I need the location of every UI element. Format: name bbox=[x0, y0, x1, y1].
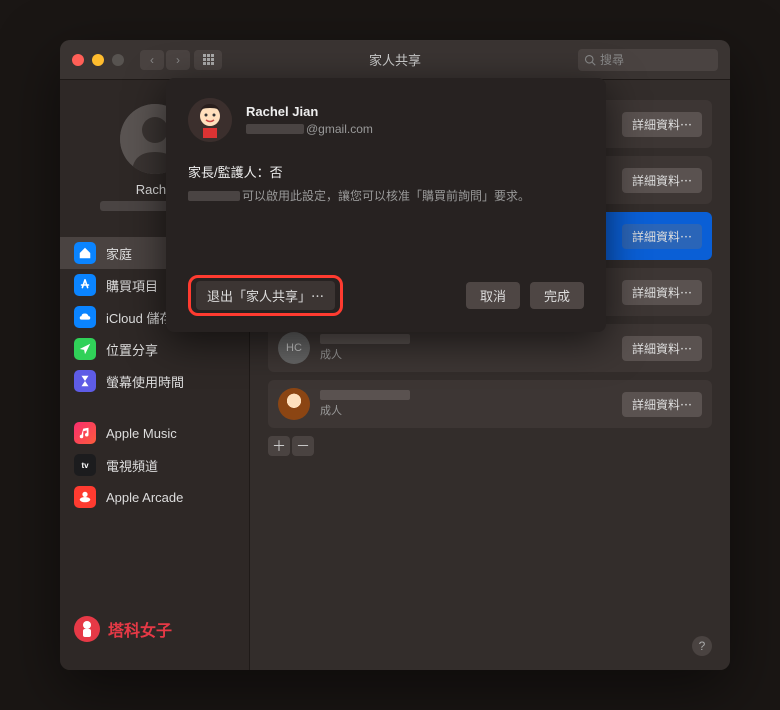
back-button[interactable]: ‹ bbox=[140, 50, 164, 70]
hourglass-icon bbox=[74, 370, 96, 392]
music-icon bbox=[74, 422, 96, 444]
email-redacted bbox=[246, 124, 304, 134]
detail-button[interactable]: 詳細資料⋯ bbox=[622, 280, 702, 305]
sidebar-item-arcade[interactable]: Apple Arcade bbox=[60, 481, 249, 513]
search-placeholder: 搜尋 bbox=[600, 51, 624, 68]
done-button[interactable]: 完成 bbox=[530, 282, 584, 309]
cloud-icon bbox=[74, 306, 96, 328]
modal-user-email: @gmail.com bbox=[246, 122, 373, 136]
list-actions: ＋ － bbox=[268, 436, 712, 456]
sidebar-item-label: 位置分享 bbox=[106, 340, 158, 359]
show-all-button[interactable] bbox=[194, 50, 222, 70]
guardian-title: 家長/監護人：否 bbox=[188, 162, 584, 181]
titlebar: ‹ › 家人共享 搜尋 bbox=[60, 40, 730, 80]
sidebar-item-label: 購買項目 bbox=[106, 276, 158, 295]
sidebar-item-location[interactable]: 位置分享 bbox=[60, 333, 249, 365]
annotation-highlight: 退出「家人共享」⋯ bbox=[188, 275, 343, 316]
remove-member-button[interactable]: － bbox=[292, 436, 314, 456]
sidebar-item-label: 電視頻道 bbox=[106, 456, 158, 475]
guardian-section: 家長/監護人：否 可以啟用此設定，讓您可以核准「購買前詢問」要求。 bbox=[188, 162, 584, 205]
member-avatar: HC bbox=[278, 332, 310, 364]
window-title: 家人共享 bbox=[369, 50, 421, 69]
member-avatar bbox=[278, 388, 310, 420]
sidebar-item-label: Apple Music bbox=[106, 426, 177, 441]
detail-button[interactable]: 詳細資料⋯ bbox=[622, 112, 702, 137]
brand-text: 塔科女子 bbox=[108, 617, 172, 641]
brand-icon bbox=[74, 616, 100, 642]
house-icon bbox=[74, 242, 96, 264]
close-window-button[interactable] bbox=[72, 54, 84, 66]
grid-icon bbox=[203, 54, 214, 65]
watermark: 塔科女子 bbox=[60, 604, 249, 654]
search-input[interactable]: 搜尋 bbox=[578, 49, 718, 71]
arcade-icon bbox=[74, 486, 96, 508]
member-name-redacted bbox=[320, 390, 410, 400]
member-role: 成人 bbox=[320, 402, 612, 418]
sidebar-item-tv[interactable]: tv 電視頻道 bbox=[60, 449, 249, 481]
member-name-redacted bbox=[320, 334, 410, 344]
detail-button[interactable]: 詳細資料⋯ bbox=[622, 168, 702, 193]
modal-avatar bbox=[188, 98, 232, 142]
modal-user-name: Rachel Jian bbox=[246, 104, 373, 119]
appletv-icon: tv bbox=[74, 454, 96, 476]
search-icon bbox=[584, 54, 596, 66]
sidebar-item-screentime[interactable]: 螢幕使用時間 bbox=[60, 365, 249, 397]
location-icon bbox=[74, 338, 96, 360]
detail-button[interactable]: 詳細資料⋯ bbox=[622, 392, 702, 417]
leave-family-sharing-button[interactable]: 退出「家人共享」⋯ bbox=[196, 281, 335, 310]
cancel-button[interactable]: 取消 bbox=[466, 282, 520, 309]
appstore-icon bbox=[74, 274, 96, 296]
family-member-row[interactable]: 成人 詳細資料⋯ bbox=[268, 380, 712, 428]
member-detail-sheet: Rachel Jian @gmail.com 家長/監護人：否 可以啟用此設定，… bbox=[166, 78, 606, 332]
nav-buttons: ‹ › bbox=[140, 50, 190, 70]
modal-footer: 退出「家人共享」⋯ 取消 完成 bbox=[188, 275, 584, 316]
text-redacted bbox=[188, 191, 240, 201]
sidebar-item-label: 家庭 bbox=[106, 244, 132, 263]
detail-button[interactable]: 詳細資料⋯ bbox=[622, 224, 702, 249]
zoom-window-button[interactable] bbox=[112, 54, 124, 66]
sidebar-item-label: 螢幕使用時間 bbox=[106, 372, 184, 391]
minimize-window-button[interactable] bbox=[92, 54, 104, 66]
help-button[interactable]: ? bbox=[692, 636, 712, 656]
add-member-button[interactable]: ＋ bbox=[268, 436, 290, 456]
modal-user-info: Rachel Jian @gmail.com bbox=[246, 104, 373, 136]
sidebar-item-label: Apple Arcade bbox=[106, 490, 183, 505]
detail-button[interactable]: 詳細資料⋯ bbox=[622, 336, 702, 361]
modal-header: Rachel Jian @gmail.com bbox=[188, 98, 584, 142]
guardian-description: 可以啟用此設定，讓您可以核准「購買前詢問」要求。 bbox=[188, 187, 584, 205]
member-role: 成人 bbox=[320, 346, 612, 362]
forward-button[interactable]: › bbox=[166, 50, 190, 70]
sidebar-item-apple-music[interactable]: Apple Music bbox=[60, 417, 249, 449]
window-controls bbox=[72, 54, 124, 66]
